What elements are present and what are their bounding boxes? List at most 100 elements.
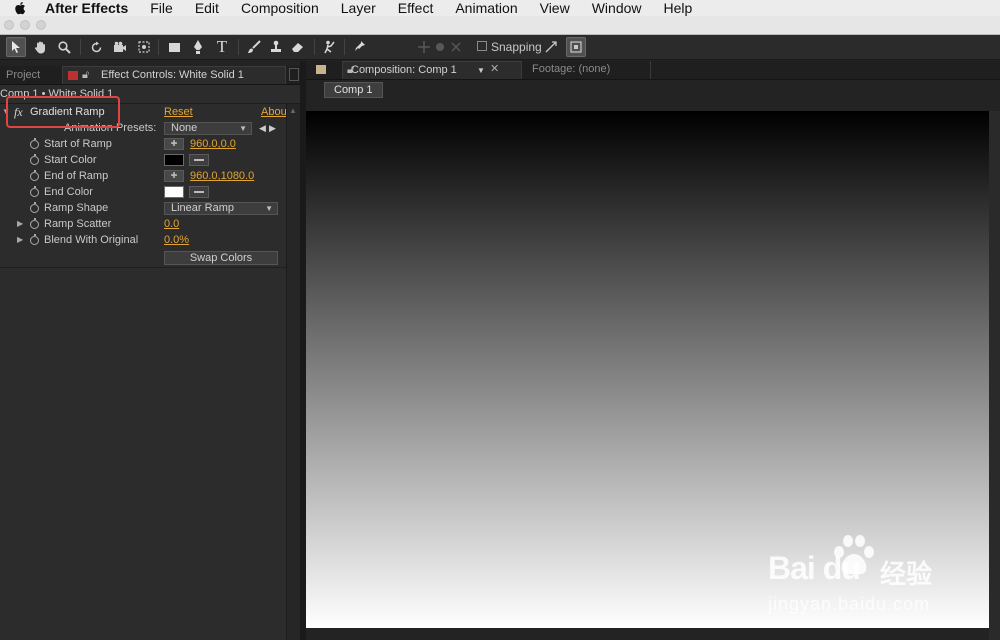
- menu-help[interactable]: Help: [664, 0, 693, 16]
- pan-behind-tool-icon[interactable]: [134, 37, 154, 57]
- close-window-icon[interactable]: [4, 20, 14, 30]
- tab-effect-controls[interactable]: 🔓︎ Effect Controls: White Solid 1 ☰: [62, 66, 338, 84]
- menu-app-name[interactable]: After Effects: [45, 0, 128, 16]
- snapping-option-icon[interactable]: [541, 37, 561, 57]
- menu-composition[interactable]: Composition: [241, 0, 319, 16]
- end-color-row: End Color: [0, 184, 285, 200]
- panel-color-icon: [316, 65, 326, 74]
- baidu-watermark: Bai du 经验 jingyan.baidu.com: [768, 534, 988, 624]
- menu-edit[interactable]: Edit: [195, 0, 219, 16]
- start-of-ramp-row: Start of Ramp ✚ 960.0,0.0: [0, 136, 285, 152]
- effect-controls-scrollbar[interactable]: ▲: [286, 104, 301, 640]
- chevron-down-icon: ▼: [239, 124, 247, 133]
- text-tool-icon[interactable]: T: [212, 37, 232, 57]
- stopwatch-icon[interactable]: [30, 186, 39, 197]
- blend-with-original-row: ▶ Blend With Original 0.0%: [0, 232, 285, 248]
- start-of-ramp-label: Start of Ramp: [44, 138, 112, 150]
- stopwatch-icon[interactable]: [30, 138, 39, 149]
- scroll-up-icon[interactable]: ▲: [289, 106, 297, 115]
- end-color-swatch[interactable]: [164, 186, 184, 198]
- menu-layer[interactable]: Layer: [341, 0, 376, 16]
- blend-with-original-value[interactable]: 0.0%: [164, 232, 189, 248]
- panel-close-icon[interactable]: [289, 68, 299, 81]
- end-of-ramp-label: End of Ramp: [44, 170, 109, 182]
- composition-side-gutter: [989, 111, 1000, 640]
- tab-effect-controls-label: Effect Controls: White Solid 1: [101, 69, 244, 81]
- ramp-scatter-label: Ramp Scatter: [44, 218, 112, 230]
- swap-colors-button[interactable]: Swap Colors: [164, 251, 278, 265]
- ramp-shape-label: Ramp Shape: [44, 202, 109, 214]
- start-color-label: Start Color: [44, 154, 97, 166]
- menu-effect[interactable]: Effect: [398, 0, 434, 16]
- hand-tool-icon[interactable]: [30, 37, 50, 57]
- tab-footage[interactable]: Footage: (none): [514, 61, 651, 79]
- zoom-window-icon[interactable]: [36, 20, 46, 30]
- snapping-label: Snapping: [491, 40, 542, 54]
- crosshair-icon[interactable]: ✚: [164, 170, 184, 182]
- watermark-url: jingyan.baidu.com: [768, 594, 931, 614]
- menu-animation[interactable]: Animation: [455, 0, 517, 16]
- menu-view[interactable]: View: [540, 0, 570, 16]
- twirl-right-icon[interactable]: ▶: [17, 216, 23, 232]
- selection-tool-icon[interactable]: [6, 37, 26, 57]
- ramp-shape-row: Ramp Shape Linear Ramp ▼: [0, 200, 285, 216]
- lock-icon[interactable]: 🔓︎: [82, 69, 89, 82]
- stopwatch-icon[interactable]: [30, 234, 39, 245]
- start-color-swatch[interactable]: [164, 154, 184, 166]
- comp-navigator-tab[interactable]: Comp 1: [324, 82, 383, 98]
- ramp-scatter-value[interactable]: 0.0: [164, 216, 179, 232]
- apple-icon[interactable]: [13, 1, 27, 15]
- menu-bar: After Effects File Edit Composition Laye…: [0, 0, 1000, 16]
- start-of-ramp-value[interactable]: 960.0,0.0: [190, 136, 236, 152]
- composition-tabbar: 🔓︎ Composition: Comp 1 ▼ ✕ Footage: (non…: [306, 61, 1000, 80]
- about-button[interactable]: Abou: [261, 104, 287, 120]
- snapping-checkbox[interactable]: [477, 41, 487, 51]
- menu-file[interactable]: File: [150, 0, 173, 16]
- after-effects-window: After Effects File Edit Composition Laye…: [0, 0, 1000, 640]
- window-titlebar: [0, 16, 1000, 35]
- puppet-pin-tool-icon[interactable]: [350, 37, 370, 57]
- watermark-brand-cn: 经验: [880, 559, 933, 589]
- swap-colors-row: Swap Colors: [0, 250, 285, 266]
- snap-target-icon[interactable]: [566, 37, 586, 57]
- stopwatch-icon[interactable]: [30, 154, 39, 165]
- rotation-tool-icon[interactable]: [86, 37, 106, 57]
- end-of-ramp-row: End of Ramp ✚ 960.0,1080.0: [0, 168, 285, 184]
- stopwatch-icon[interactable]: [30, 218, 39, 229]
- roto-brush-tool-icon[interactable]: [320, 37, 340, 57]
- menu-window[interactable]: Window: [592, 0, 642, 16]
- axis-view-icon[interactable]: [446, 37, 466, 57]
- chevron-down-icon: ▼: [265, 204, 273, 213]
- pen-tool-icon[interactable]: [188, 37, 208, 57]
- stopwatch-icon[interactable]: [30, 202, 39, 213]
- annotation-highlight: [6, 96, 120, 128]
- eyedropper-icon[interactable]: [189, 154, 209, 166]
- chevron-down-icon[interactable]: ▼: [477, 62, 485, 79]
- ramp-shape-dropdown[interactable]: Linear Ramp ▼: [164, 202, 278, 215]
- rectangle-tool-icon[interactable]: [164, 37, 184, 57]
- preset-next-icon[interactable]: ▶: [269, 120, 276, 136]
- blend-with-original-label: Blend With Original: [44, 234, 139, 246]
- end-of-ramp-value[interactable]: 960.0,1080.0: [190, 168, 254, 184]
- crosshair-icon[interactable]: ✚: [164, 138, 184, 150]
- brush-tool-icon[interactable]: [244, 37, 264, 57]
- tab-project[interactable]: Project: [0, 66, 56, 84]
- animation-presets-value: None: [171, 122, 198, 134]
- twirl-right-icon[interactable]: ▶: [17, 232, 23, 248]
- ramp-scatter-row: ▶ Ramp Scatter 0.0: [0, 216, 285, 232]
- eyedropper-icon[interactable]: [189, 186, 209, 198]
- tab-composition-label: Composition: Comp 1: [351, 64, 457, 76]
- minimize-window-icon[interactable]: [20, 20, 30, 30]
- preset-prev-icon[interactable]: ◀: [259, 120, 266, 136]
- start-color-row: Start Color: [0, 152, 285, 168]
- animation-presets-dropdown[interactable]: None ▼: [164, 122, 252, 135]
- close-tab-icon[interactable]: ✕: [490, 61, 499, 78]
- reset-button[interactable]: Reset: [164, 104, 193, 120]
- tab-footage-label: Footage: (none): [532, 63, 611, 75]
- camera-tool-icon[interactable]: [110, 37, 130, 57]
- clone-stamp-tool-icon[interactable]: [266, 37, 286, 57]
- zoom-tool-icon[interactable]: [54, 37, 74, 57]
- eraser-tool-icon[interactable]: [288, 37, 308, 57]
- stopwatch-icon[interactable]: [30, 170, 39, 181]
- layer-color-icon: [68, 71, 78, 80]
